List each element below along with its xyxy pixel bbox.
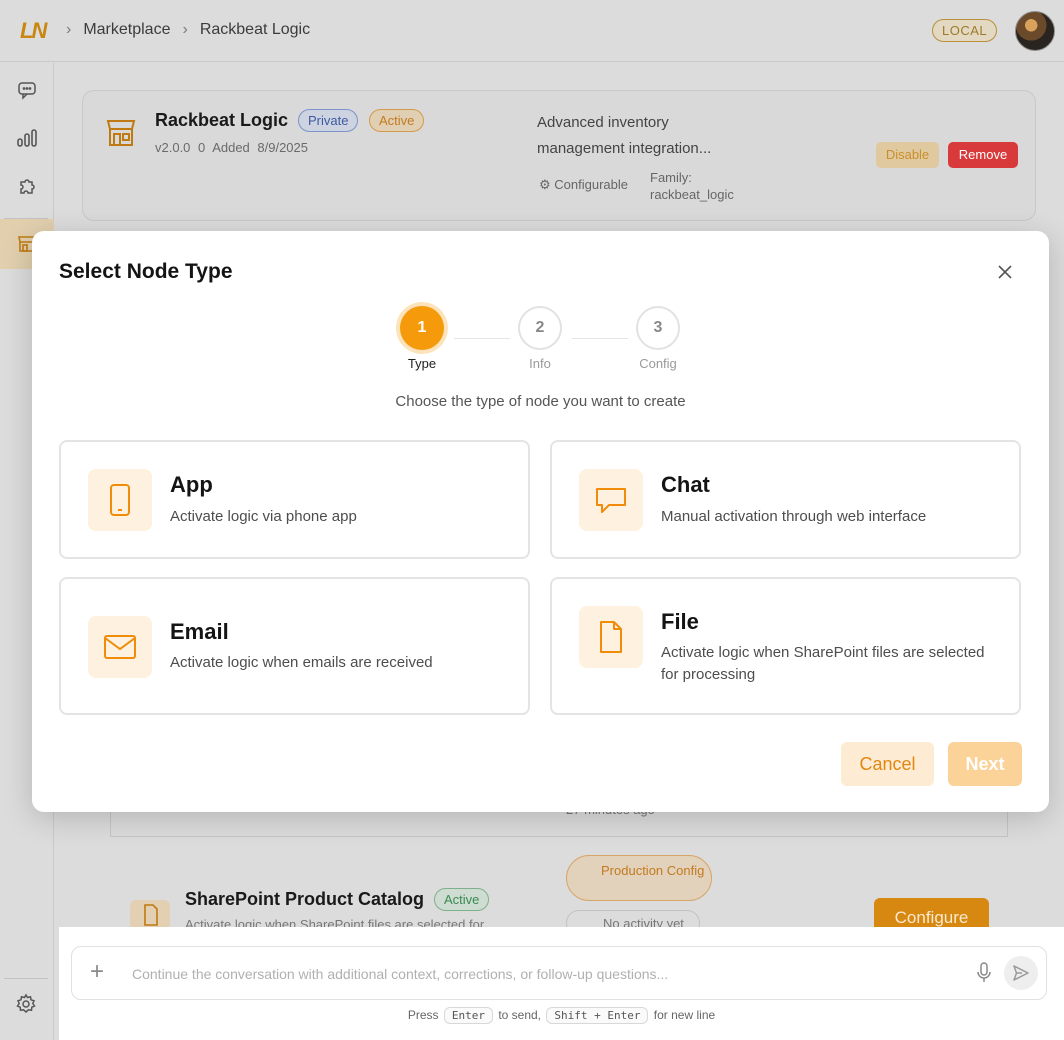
- type-name: Email: [170, 619, 229, 644]
- gear-icon: ⚙: [539, 177, 551, 192]
- breadcrumb-marketplace[interactable]: Marketplace: [83, 21, 170, 39]
- step-number: 2: [518, 306, 562, 350]
- step-label: Info: [529, 356, 551, 371]
- family-label: Family:: [650, 170, 692, 185]
- configurable-label: ⚙ Configurable: [539, 177, 628, 192]
- analytics-icon[interactable]: [14, 125, 40, 151]
- enter-key: Enter: [443, 1007, 493, 1024]
- step-info: 2 Info: [518, 306, 562, 371]
- settings-gear-icon[interactable]: [15, 993, 39, 1017]
- user-avatar[interactable]: [1015, 11, 1055, 51]
- type-description: Manual activation through web interface: [661, 508, 927, 525]
- modal-title: Select Node Type: [59, 260, 233, 283]
- chevron-right-icon: ›: [182, 21, 188, 38]
- file-icon: [130, 900, 170, 930]
- phone-icon: [88, 469, 152, 531]
- visibility-badge: Private: [298, 109, 359, 132]
- node-type-file[interactable]: File Activate logic when SharePoint file…: [550, 577, 1021, 715]
- select-node-type-modal: Select Node Type 1 Type 2 Info 3 Config …: [32, 231, 1049, 812]
- node-status-badge: Active: [434, 888, 490, 911]
- chat-input[interactable]: Continue the conversation with additiona…: [132, 966, 668, 982]
- step-number: 3: [636, 306, 680, 350]
- mail-icon: [88, 616, 152, 678]
- added-date: Added 8/9/2025: [212, 140, 308, 155]
- node-type-chat[interactable]: Chat Manual activation through web inter…: [550, 440, 1021, 559]
- app-logo[interactable]: LN: [20, 18, 47, 44]
- chat-bubble-icon: [579, 469, 643, 531]
- type-description: Activate logic via phone app: [170, 508, 357, 525]
- logic-title: Rackbeat Logic: [155, 110, 289, 130]
- node-type-app[interactable]: App Activate logic via phone app: [59, 440, 530, 559]
- step-connector: [572, 338, 628, 339]
- type-description: Activate logic when emails are received: [170, 654, 433, 671]
- logic-meta: v2.0.0 0 Added 8/9/2025: [155, 140, 308, 155]
- step-label: Config: [639, 356, 677, 371]
- logic-description: Advanced inventory management integratio…: [537, 114, 712, 157]
- puzzle-icon[interactable]: [14, 173, 40, 199]
- family-value: rackbeat_logic: [650, 187, 734, 202]
- file-icon: [579, 606, 643, 668]
- environment-badge: LOCAL: [932, 19, 998, 42]
- keyboard-hint: Press Enter to send, Shift + Enter for n…: [407, 1007, 716, 1024]
- status-badge: Active: [369, 109, 425, 132]
- step-connector: [454, 338, 510, 339]
- disable-button[interactable]: Disable: [876, 142, 939, 168]
- modal-subtitle: Choose the type of node you want to crea…: [395, 393, 686, 410]
- family-info: Family: rackbeat_logic: [650, 169, 734, 203]
- breadcrumb-current: Rackbeat Logic: [199, 21, 311, 38]
- type-name: Chat: [661, 472, 710, 497]
- next-button[interactable]: Next: [948, 742, 1022, 786]
- type-description: Activate logic when SharePoint files are…: [661, 644, 985, 683]
- node-title: SharePoint Product Catalog: [185, 889, 425, 909]
- chat-icon[interactable]: [14, 77, 40, 103]
- chat-input-box[interactable]: + Continue the conversation with additio…: [71, 946, 1047, 1000]
- count-text: 0: [198, 140, 206, 155]
- chat-dock: + Continue the conversation with additio…: [59, 927, 1064, 1040]
- breadcrumb: › Marketplace › Rackbeat Logic: [66, 21, 310, 39]
- production-config-badge: Production Config: [566, 855, 712, 901]
- divider: [110, 836, 1008, 837]
- close-icon[interactable]: [994, 261, 1016, 283]
- cancel-button[interactable]: Cancel: [841, 742, 934, 786]
- microphone-icon[interactable]: [977, 962, 995, 986]
- store-icon: [104, 116, 138, 150]
- remove-button[interactable]: Remove: [948, 142, 1018, 168]
- type-name: File: [661, 609, 699, 634]
- type-name: App: [170, 472, 213, 497]
- node-type-email[interactable]: Email Activate logic when emails are rec…: [59, 577, 530, 715]
- plus-icon[interactable]: +: [90, 960, 110, 985]
- chevron-right-icon: ›: [66, 21, 72, 38]
- version-text: v2.0.0: [155, 140, 191, 155]
- step-number: 1: [400, 306, 444, 350]
- step-type: 1 Type: [400, 306, 444, 371]
- step-config: 3 Config: [636, 306, 680, 371]
- send-icon[interactable]: [1004, 956, 1038, 990]
- node-list-border: [110, 812, 1008, 836]
- step-label: Type: [407, 356, 437, 371]
- shift-enter-key: Shift + Enter: [546, 1007, 649, 1024]
- top-bar: LN › Marketplace › Rackbeat Logic LOCAL: [0, 0, 1064, 62]
